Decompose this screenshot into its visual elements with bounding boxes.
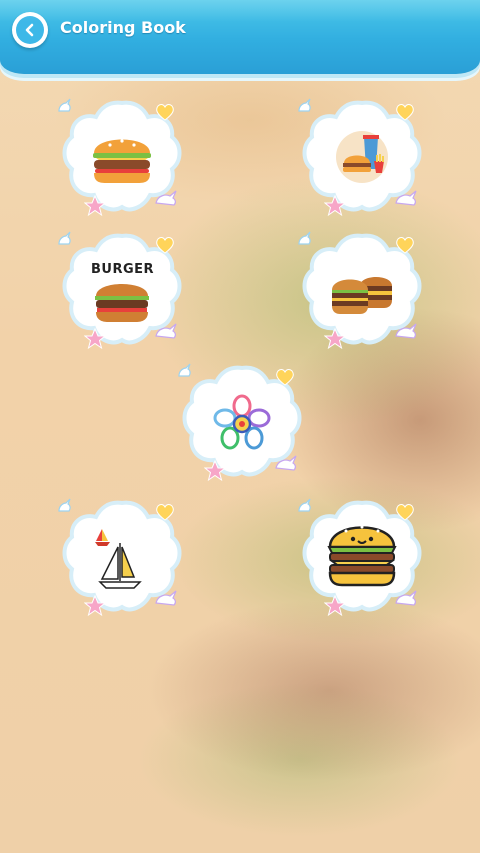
- unicorn-icon: [56, 230, 74, 252]
- gallery-item-double-burger[interactable]: [298, 228, 424, 354]
- unicorn-icon: [154, 189, 180, 211]
- burger-caption: BURGER: [91, 262, 155, 277]
- gallery-item-rainbow-flower[interactable]: [178, 360, 304, 486]
- unicorn-icon: [394, 189, 420, 211]
- star-icon: [83, 327, 107, 354]
- gallery-item-hamburger[interactable]: [58, 95, 184, 221]
- star-icon: [83, 594, 107, 621]
- gallery-item-fast-food-meal[interactable]: [298, 95, 424, 221]
- hamburger-picture: [93, 139, 151, 183]
- star-icon: [323, 327, 347, 354]
- rainbow-flower-picture: [213, 394, 271, 450]
- star-icon: [83, 194, 107, 221]
- gallery-item-cute-burger[interactable]: [298, 495, 424, 621]
- star-icon: [203, 459, 227, 486]
- unicorn-icon: [56, 497, 74, 519]
- unicorn-icon: [154, 322, 180, 344]
- heart-icon: [155, 103, 175, 125]
- unicorn-icon: [176, 362, 194, 384]
- heart-icon: [395, 503, 415, 525]
- gallery-item-sailboat[interactable]: [58, 495, 184, 621]
- fast-food-meal-picture: [336, 131, 388, 183]
- app-header: Coloring Book: [0, 0, 480, 74]
- heart-icon: [395, 103, 415, 125]
- cute-burger-picture: [327, 525, 397, 587]
- star-icon: [323, 594, 347, 621]
- heart-icon: [395, 236, 415, 258]
- unicorn-icon: [296, 97, 314, 119]
- page-title: Coloring Book: [60, 18, 186, 37]
- heart-icon: [155, 503, 175, 525]
- gallery-item-burger-lettering[interactable]: BURGER: [58, 228, 184, 354]
- heart-icon: [155, 236, 175, 258]
- chevron-left-icon: [16, 16, 44, 44]
- back-button[interactable]: [12, 12, 48, 48]
- burger-lettering-picture: [95, 284, 149, 322]
- sailboat-picture: [95, 529, 142, 589]
- unicorn-icon: [274, 454, 300, 476]
- unicorn-icon: [296, 230, 314, 252]
- unicorn-icon: [56, 97, 74, 119]
- unicorn-icon: [296, 497, 314, 519]
- unicorn-icon: [394, 322, 420, 344]
- unicorn-icon: [394, 589, 420, 611]
- star-icon: [323, 194, 347, 221]
- unicorn-icon: [154, 589, 180, 611]
- double-burger-picture: [332, 277, 392, 314]
- heart-icon: [275, 368, 295, 390]
